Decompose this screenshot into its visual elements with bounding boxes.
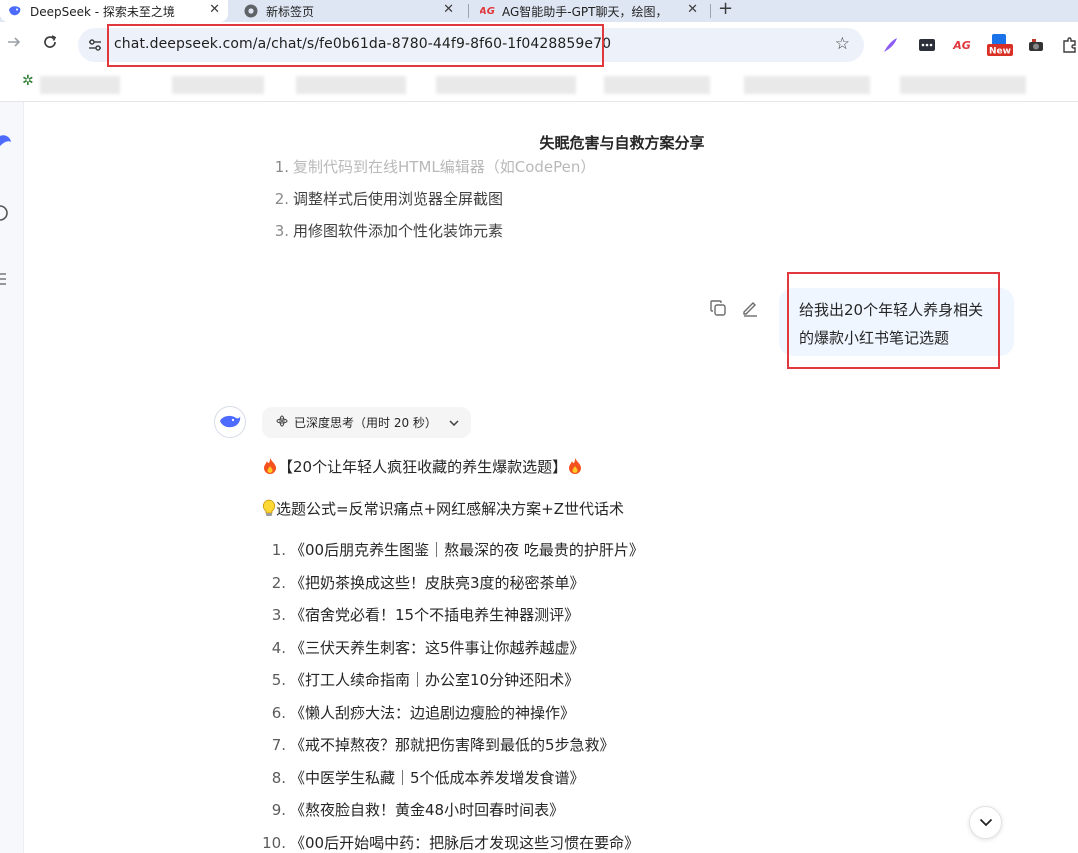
copy-icon[interactable] — [708, 298, 728, 318]
tab-separator — [710, 4, 711, 18]
message-highlight-box — [787, 272, 1000, 369]
site-settings-icon[interactable] — [87, 37, 103, 57]
formula-text: 选题公式=反常识痛点+网红感解决方案+Z世代话术 — [276, 500, 624, 518]
list-item: 4. 《三伏天养生刺客：这5件事让你越养越虚》 — [271, 638, 585, 657]
fire-icon — [567, 457, 583, 479]
headline-text: 【20个让年轻人疯狂收藏的养生爆款选题】 — [278, 458, 568, 476]
tab-deepseek[interactable]: DeepSeek - 探索未至之境 ✕ — [0, 0, 228, 22]
tab-new-tab[interactable]: 新标签页 ✕ — [244, 0, 462, 22]
new-chat-icon[interactable] — [0, 204, 8, 227]
feather-icon[interactable] — [880, 35, 900, 55]
deep-think-label: 已深度思考（用时 20 秒） — [294, 416, 437, 430]
list-item: 2. 调整样式后使用浏览器全屏截图 — [274, 190, 504, 208]
new-tab-button[interactable]: + — [718, 0, 733, 19]
blurred-bookmark[interactable] — [900, 76, 1026, 94]
blurred-bookmark[interactable] — [604, 76, 710, 94]
bookmark-icon[interactable]: ✲ — [22, 73, 34, 89]
bookmark-star-icon[interactable]: ☆ — [835, 34, 850, 54]
new-badge-icon[interactable]: New — [986, 34, 1014, 57]
ag-icon[interactable]: AG — [952, 35, 972, 55]
url-highlight-box — [107, 24, 604, 67]
assistant-avatar — [214, 406, 246, 438]
list-item: 2. 《把奶茶换成这些！皮肤亮3度的秘密茶单》 — [271, 573, 585, 592]
sidebar-rail — [0, 102, 24, 853]
forward-icon[interactable] — [6, 34, 22, 55]
ag-icon: AG — [480, 5, 495, 17]
close-icon[interactable]: ✕ — [443, 2, 454, 17]
list-item: 7. 《戒不掉熬夜？那就把伤害降到最低的5步急救》 — [271, 736, 615, 754]
blurred-bookmark[interactable] — [744, 76, 870, 94]
blurred-bookmark[interactable] — [436, 76, 576, 94]
list-item: 5. 《打工人续命指南｜办公室10分钟还阳术》 — [271, 671, 580, 689]
list-item: 9. 《熬夜脸自救！黄金48小时回春时间表》 — [271, 801, 565, 819]
list-item: 3. 《宿舍党必看！15个不插电养生神器测评》 — [271, 606, 580, 624]
bookmarks-bar: ✲ — [0, 68, 1078, 102]
previous-answer-list: 1. 复制代码到在线HTML编辑器（如CodePen） 2. 调整样式后使用浏览器全… — [266, 151, 596, 247]
dots-icon[interactable] — [917, 35, 937, 55]
puzzle-icon[interactable] — [1060, 35, 1078, 55]
topic-list: 1. 《00后朋克养生图鉴｜熬最深的夜 吃最贵的护肝片》 2. 《把奶茶换成这些！皮… — [260, 534, 644, 853]
reload-icon[interactable] — [42, 34, 58, 55]
fire-icon — [262, 457, 278, 479]
chevron-down-icon — [979, 818, 992, 827]
new-badge-label: New — [989, 47, 1011, 57]
message-actions — [708, 298, 760, 318]
deepseek-whale-icon — [220, 415, 241, 428]
close-icon[interactable]: ✕ — [687, 2, 698, 17]
deep-think-toggle[interactable]: 已深度思考（用时 20 秒） — [262, 407, 471, 438]
atom-icon — [276, 415, 288, 430]
blurred-bookmark[interactable] — [172, 76, 264, 94]
edit-icon[interactable] — [740, 298, 760, 318]
camera-icon[interactable] — [1026, 35, 1046, 55]
chevron-down-icon — [449, 416, 459, 429]
blurred-bookmark[interactable] — [40, 76, 120, 94]
list-item: 3. 用修图软件添加个性化装饰元素 — [274, 222, 504, 240]
tab-title: 新标签页 — [266, 4, 315, 19]
list-item: 10. 《00后开始喝中药：把脉后才发现这些习惯在要命》 — [262, 833, 640, 852]
deepseek-icon — [8, 4, 22, 18]
history-icon[interactable] — [0, 270, 8, 293]
tab-ag-assistant[interactable]: AG AG智能助手-GPT聊天，绘图， ✕ — [480, 0, 706, 22]
list-item: 1. 《00后朋克养生图鉴｜熬最深的夜 吃最贵的护肝片》 — [271, 541, 644, 559]
list-item: 1. 复制代码到在线HTML编辑器（如CodePen） — [274, 158, 596, 176]
chat-title: 失眠危害与自救方案分享 — [539, 134, 705, 152]
lightbulb-icon — [262, 499, 276, 521]
list-item: 6. 《懒人刮痧大法：边追剧边瘦脸的神操作》 — [271, 703, 576, 722]
scroll-to-bottom-button[interactable] — [969, 806, 1002, 839]
close-icon[interactable]: ✕ — [209, 2, 220, 17]
tab-strip: DeepSeek - 探索未至之境 ✕ 新标签页 ✕ AG AG智能助手-GPT… — [0, 0, 1078, 22]
answer-headline: 【20个让年轻人疯狂收藏的养生爆款选题】 — [262, 456, 583, 479]
chrome-icon — [244, 4, 258, 18]
tab-separator — [468, 4, 469, 18]
deepseek-logo-icon[interactable] — [0, 130, 12, 155]
answer-formula: 选题公式=反常识痛点+网红感解决方案+Z世代话术 — [262, 498, 624, 521]
blurred-bookmark[interactable] — [296, 76, 406, 94]
tab-title: DeepSeek - 探索未至之境 — [30, 4, 175, 19]
list-item: 8. 《中医学生私藏｜5个低成本养发增发食谱》 — [271, 768, 585, 787]
tab-title: AG智能助手-GPT聊天，绘图， — [502, 4, 668, 19]
